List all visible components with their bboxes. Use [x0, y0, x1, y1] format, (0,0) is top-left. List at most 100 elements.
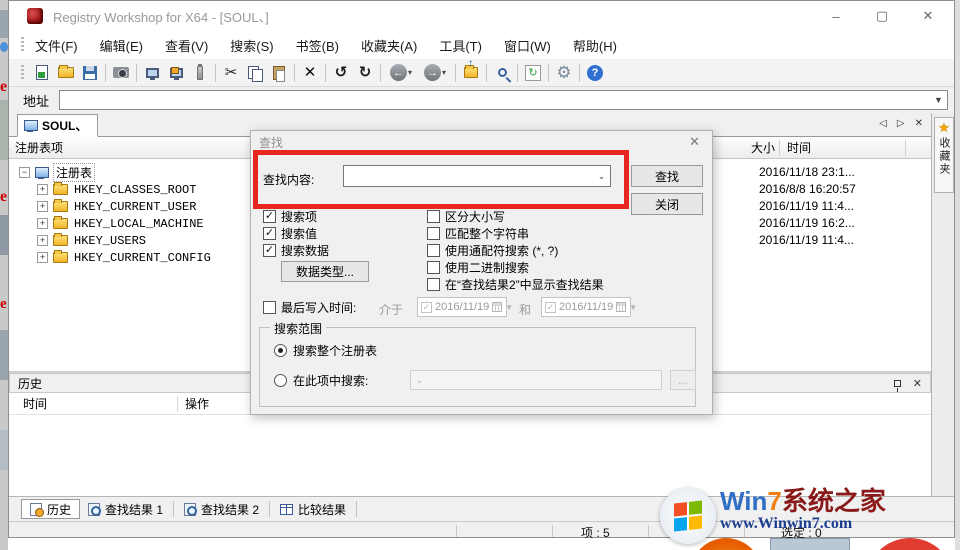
expand-icon[interactable]: +	[37, 252, 48, 263]
folder-icon	[53, 250, 68, 263]
local-computer-icon[interactable]	[140, 62, 164, 84]
menu-edit[interactable]: 编辑(E)	[89, 36, 154, 55]
dialog-close-icon[interactable]: ✕	[689, 134, 700, 150]
desktop-ie-fragment: e	[0, 296, 7, 312]
checkbox-search-values[interactable]: ✓ 搜索值	[263, 226, 317, 241]
tab-find-results-1[interactable]: 查找结果 1	[80, 499, 171, 519]
find-button[interactable]: 查找	[631, 165, 703, 187]
open-folder-icon[interactable]	[54, 62, 78, 84]
expand-icon[interactable]: +	[37, 218, 48, 229]
tab-close-icon[interactable]: ✕	[915, 118, 923, 129]
data-type-button[interactable]: 数据类型...	[281, 261, 369, 282]
expand-icon[interactable]: +	[37, 184, 48, 195]
checkbox-case-sensitive[interactable]: 区分大小写	[427, 209, 505, 224]
address-dropdown-icon[interactable]: ▼	[930, 91, 947, 109]
menu-search[interactable]: 搜索(S)	[219, 36, 284, 55]
radio-search-in-key[interactable]: 在此项中搜索:	[274, 372, 368, 389]
menu-bar: 文件(F) 编辑(E) 查看(V) 搜索(S) 书签(B) 收藏夹(A) 工具(…	[9, 31, 954, 59]
search-icon[interactable]	[490, 62, 514, 84]
checkbox-binary-search[interactable]: 使用二进制搜索	[427, 260, 529, 275]
close-button[interactable]: ✕	[920, 8, 936, 24]
options-gear-icon[interactable]: ⚙	[552, 62, 576, 84]
tab-scroll-left-icon[interactable]: ◁	[879, 118, 887, 129]
windows-logo-icon	[660, 488, 716, 544]
usb-device-icon[interactable]	[188, 62, 212, 84]
close-dialog-button[interactable]: 关闭	[631, 193, 703, 215]
winwin7-watermark: Win7系统之家 www.Winwin7.com	[660, 488, 886, 544]
checkbox-icon	[427, 244, 440, 257]
date-picker-to[interactable]: ✓ 2016/11/19 ▼	[541, 297, 637, 317]
address-input[interactable]: ▼	[59, 90, 948, 110]
forward-icon[interactable]: → ▾	[418, 62, 452, 84]
checkbox-match-whole-string[interactable]: 匹配整个字符串	[427, 226, 529, 241]
desktop-icon-fragment	[0, 430, 8, 470]
help-icon[interactable]: ?	[583, 62, 607, 84]
search-in-key-input[interactable]: ⌄	[410, 370, 662, 390]
back-icon[interactable]: ← ▾	[384, 62, 418, 84]
toolbar-separator	[325, 63, 326, 82]
copy-icon[interactable]	[243, 62, 267, 84]
history-title: 历史	[18, 376, 43, 391]
pin-icon[interactable]	[893, 379, 901, 392]
import-reg-icon[interactable]	[30, 62, 54, 84]
minimize-button[interactable]: –	[828, 9, 844, 24]
refresh-icon[interactable]: ↻	[521, 62, 545, 84]
menu-tools[interactable]: 工具(T)	[428, 36, 493, 55]
column-divider[interactable]	[779, 140, 780, 156]
menu-favorites[interactable]: 收藏夹(A)	[350, 36, 428, 55]
toolbar: ✂ ✕ ↺ ↻ ← ▾ → ▾ ↑ ↻ ⚙ ?	[9, 58, 954, 87]
tab-soul[interactable]: SOUL、	[17, 114, 99, 137]
watermark-url: www.Winwin7.com	[720, 515, 853, 532]
checkbox-search-data[interactable]: ✓ 搜索数据	[263, 243, 329, 258]
search-scope-legend: 搜索范围	[270, 320, 327, 337]
chevron-down-icon[interactable]: ▼	[629, 303, 637, 312]
column-history-time[interactable]: 时间	[23, 393, 47, 415]
menu-file[interactable]: 文件(F)	[24, 36, 89, 55]
delete-icon[interactable]: ✕	[298, 62, 322, 84]
maximize-button[interactable]: ▢	[874, 8, 890, 24]
folder-icon	[53, 199, 68, 212]
desktop-left-strip: e e e	[0, 0, 8, 550]
find-results-icon	[88, 502, 102, 516]
search-scope-group: 搜索范围 搜索整个注册表 在此项中搜索: ⌄ ...	[259, 320, 696, 407]
snapshot-camera-icon[interactable]	[109, 62, 133, 84]
menu-help[interactable]: 帮助(H)	[562, 36, 628, 55]
toolbar-separator	[517, 63, 518, 82]
column-size[interactable]: 大小	[751, 137, 775, 159]
cut-icon[interactable]: ✂	[219, 62, 243, 84]
column-history-action[interactable]: 操作	[185, 393, 209, 415]
redo-icon[interactable]: ↻	[353, 62, 377, 84]
find-dialog: 查找 ✕ 查找内容: ⌄ 查找 关闭 ✓ 搜索项 ✓ 搜索值 ✓ 搜索数据 数据…	[250, 130, 713, 415]
toolbar-grip[interactable]	[21, 64, 24, 81]
paste-icon[interactable]	[267, 62, 291, 84]
expand-icon[interactable]: +	[37, 201, 48, 212]
menu-bookmark[interactable]: 书签(B)	[285, 36, 350, 55]
browse-key-button[interactable]: ...	[670, 370, 696, 390]
tab-scroll-right-icon[interactable]: ▷	[897, 118, 905, 129]
collapse-icon[interactable]: −	[19, 167, 30, 178]
up-key-icon[interactable]: ↑	[459, 58, 483, 84]
checkbox-icon: ✓	[421, 301, 432, 313]
checkbox-show-in-results2[interactable]: 在“查找结果2”中显示查找结果	[427, 277, 604, 292]
chevron-down-icon[interactable]: ▼	[505, 303, 513, 312]
network-icon[interactable]	[164, 62, 188, 84]
menu-view[interactable]: 查看(V)	[154, 36, 219, 55]
checkbox-wildcard-search[interactable]: 使用通配符搜索 (*, ?)	[427, 243, 558, 258]
column-time[interactable]: 时间	[787, 137, 811, 159]
expand-icon[interactable]: +	[37, 235, 48, 246]
tab-find-results-2[interactable]: 查找结果 2	[176, 499, 267, 519]
tab-compare-results[interactable]: 比较结果	[272, 499, 354, 519]
undo-icon[interactable]: ↺	[329, 62, 353, 84]
menu-window[interactable]: 窗口(W)	[493, 36, 562, 55]
checkbox-last-write-time[interactable]: 最后写入时间:	[263, 300, 356, 315]
favorites-strip: ★ 收藏夹	[931, 113, 954, 537]
history-close-icon[interactable]: ✕	[913, 377, 922, 390]
save-icon[interactable]	[78, 62, 102, 84]
favorites-tab[interactable]: ★ 收藏夹	[934, 117, 954, 193]
radio-search-entire-registry[interactable]: 搜索整个注册表	[274, 342, 377, 359]
date-picker-from[interactable]: ✓ 2016/11/19 ▼	[417, 297, 513, 317]
column-divider[interactable]	[905, 140, 906, 156]
tab-history[interactable]: 历史	[21, 499, 81, 519]
checkbox-search-keys[interactable]: ✓ 搜索项	[263, 209, 317, 224]
column-divider[interactable]	[177, 396, 178, 412]
